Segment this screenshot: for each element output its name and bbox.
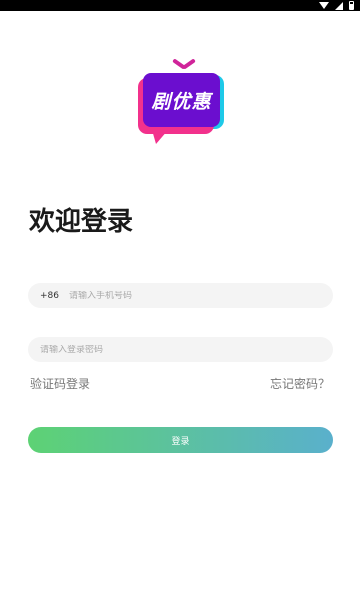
- logo-screen: 剧优惠: [143, 73, 220, 127]
- battery-icon: [349, 1, 354, 10]
- phone-input[interactable]: [69, 290, 309, 301]
- logo-antenna-right: [182, 58, 196, 70]
- phone-field[interactable]: +86: [28, 283, 333, 308]
- page-title: 欢迎登录: [29, 207, 134, 237]
- password-field[interactable]: [28, 337, 333, 362]
- signal-icon: [335, 1, 343, 10]
- status-icons: [319, 0, 354, 11]
- login-button[interactable]: 登录: [28, 427, 333, 453]
- forgot-password-link[interactable]: 忘记密码？: [270, 375, 330, 392]
- logo-text: 剧优惠: [151, 90, 212, 113]
- logo-bubble-tail: [152, 130, 168, 144]
- status-bar: [0, 0, 360, 11]
- wifi-icon: [319, 2, 329, 9]
- password-input[interactable]: [40, 344, 280, 355]
- app-logo: 剧优惠: [138, 58, 230, 146]
- country-code-prefix[interactable]: +86: [40, 291, 59, 301]
- sms-login-link[interactable]: 验证码登录: [30, 375, 90, 392]
